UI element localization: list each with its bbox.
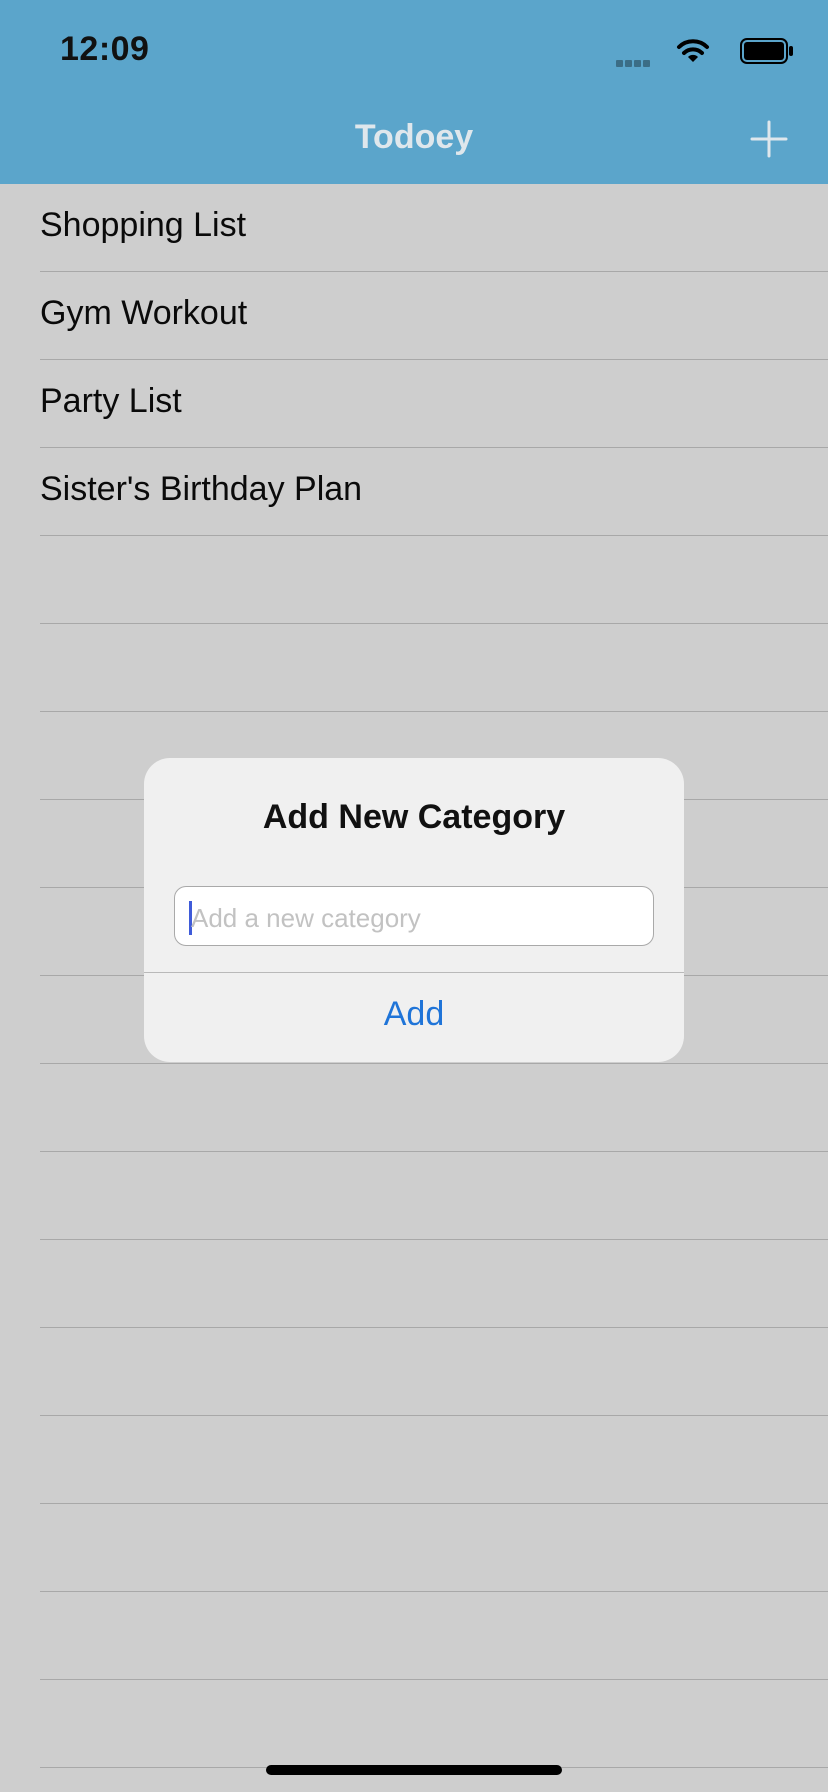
add-button-label: Add xyxy=(383,995,445,1033)
add-button[interactable]: Add xyxy=(144,973,684,1062)
wifi-icon xyxy=(677,39,709,62)
navigation-header: 12:09 Todoey xyxy=(0,0,828,184)
empty-row xyxy=(40,1592,828,1680)
empty-row xyxy=(40,536,828,624)
battery-icon xyxy=(740,38,793,64)
empty-row xyxy=(40,1416,828,1504)
alert-title: Add New Category xyxy=(262,798,566,836)
category-name-input[interactable]: Add a new category xyxy=(174,886,654,946)
category-label: Shopping List xyxy=(40,206,247,244)
category-row[interactable]: Sister's Birthday Plan xyxy=(40,448,828,536)
cellular-signal-icon xyxy=(616,54,656,67)
category-row[interactable]: Shopping List xyxy=(40,184,828,272)
empty-row xyxy=(40,624,828,712)
category-label: Party List xyxy=(40,382,182,420)
category-label: Sister's Birthday Plan xyxy=(40,470,363,508)
input-placeholder: Add a new category xyxy=(191,903,421,933)
category-row[interactable]: Gym Workout xyxy=(40,272,828,360)
category-label: Gym Workout xyxy=(40,294,248,332)
home-indicator xyxy=(266,1765,562,1775)
add-category-button[interactable] xyxy=(750,120,788,158)
empty-row xyxy=(40,1680,828,1768)
empty-row xyxy=(40,1152,828,1240)
empty-row xyxy=(40,1240,828,1328)
empty-row xyxy=(40,1064,828,1152)
empty-row xyxy=(40,1328,828,1416)
empty-row xyxy=(40,1504,828,1592)
category-row[interactable]: Party List xyxy=(40,360,828,448)
add-category-alert: Add New Category Add a new category Add xyxy=(144,758,684,1062)
status-time: 12:09 xyxy=(60,30,150,68)
nav-title: Todoey xyxy=(354,118,474,156)
